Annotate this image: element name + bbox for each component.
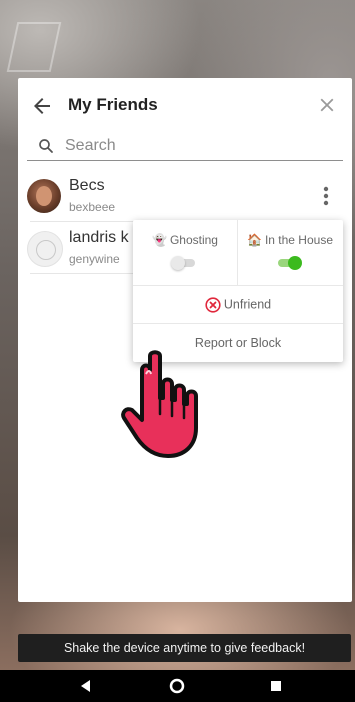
home-circle-icon[interactable] — [169, 678, 185, 694]
search-input[interactable] — [65, 135, 325, 157]
ghost-icon: 👻 — [152, 233, 167, 247]
avatar — [27, 231, 63, 267]
avatar — [27, 179, 61, 213]
unfriend-label: Unfriend — [223, 297, 272, 312]
close-icon — [320, 98, 334, 112]
friend-name: Becs — [69, 177, 105, 194]
in-the-house-toggle[interactable] — [276, 256, 302, 270]
search-bar — [27, 134, 343, 161]
close-button[interactable] — [316, 94, 338, 116]
in-the-house-option: 🏠 In the House — [238, 220, 342, 285]
ghosting-option: 👻 Ghosting — [133, 220, 238, 285]
more-vertical-icon — [323, 186, 329, 206]
unfriend-button[interactable]: Unfriend — [133, 286, 343, 324]
search-icon — [39, 139, 53, 153]
ghost-placeholder-icon — [36, 240, 56, 260]
pointer-hand-icon — [121, 350, 198, 458]
background-logo-shape — [6, 22, 62, 72]
ghosting-label: Ghosting — [169, 233, 218, 247]
in-the-house-label: In the House — [264, 233, 333, 247]
arrow-left-icon — [34, 98, 50, 114]
avatar-face — [36, 186, 52, 206]
android-navigation-bar — [0, 670, 355, 702]
feedback-banner: Shake the device anytime to give feedbac… — [18, 634, 351, 662]
back-button[interactable] — [30, 94, 54, 118]
ghosting-toggle[interactable] — [171, 256, 197, 270]
recents-square-icon[interactable] — [268, 678, 284, 694]
friend-options-menu: 👻 Ghosting 🏠 In the House Unfriend Report … — [133, 220, 343, 362]
friend-username: bexbeee — [69, 200, 116, 214]
unfriend-x-circle-icon — [205, 297, 221, 313]
house-icon: 🏠 — [247, 233, 262, 247]
friend-username: genywine — [69, 252, 120, 266]
list-item[interactable]: Becs bexbeee — [18, 170, 352, 222]
page-title: My Friends — [68, 95, 158, 114]
friend-name: landris k — [69, 229, 129, 246]
report-or-block-label: Report or Block — [194, 336, 282, 350]
back-triangle-icon[interactable] — [78, 678, 94, 694]
panel-header: My Friends — [18, 78, 352, 134]
more-options-button[interactable] — [318, 184, 334, 208]
